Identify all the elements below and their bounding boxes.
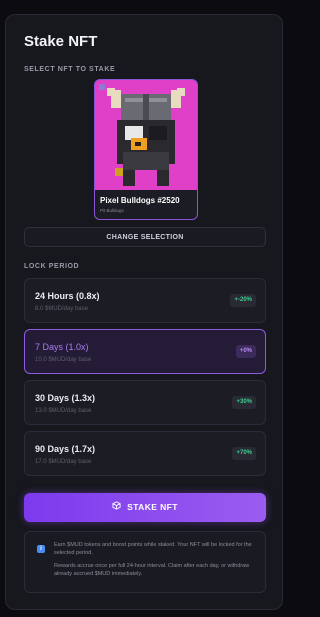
period-rate: 10.0 $MUD/day base (35, 357, 92, 363)
period-bonus-badge: +0% (235, 345, 256, 358)
period-label: 24 Hours (0.8x) (35, 291, 100, 301)
info-icon: i (37, 545, 45, 553)
period-label: 30 Days (1.3x) (35, 393, 96, 403)
lock-period-label: LOCK PERIOD (24, 263, 80, 270)
period-option-7d[interactable]: 7 Days (1.0x) 10.0 $MUD/day base +0% (24, 329, 266, 374)
info-text-2: Rewards accrue once per full 24-hour int… (54, 563, 250, 577)
panel-title: Stake NFT (24, 33, 98, 50)
stake-nft-button[interactable]: STAKE NFT (24, 493, 266, 522)
period-rate: 17.0 $MUD/day base (35, 459, 92, 465)
period-rate: 13.0 $MUD/day base (35, 408, 92, 414)
change-selection-button[interactable]: CHANGE SELECTION (24, 227, 266, 247)
period-option-24h[interactable]: 24 Hours (0.8x) 8.0 $MUD/day base +-20% (24, 278, 266, 323)
nft-image (95, 80, 197, 190)
info-text-1: Earn $MUD tokens and boost points while … (54, 542, 252, 556)
nft-card[interactable]: Pixel Bulldogs #2520 Pit Bulldogs (94, 79, 198, 220)
bulldog-pixel-art (95, 80, 197, 190)
cube-icon (112, 493, 121, 522)
select-nft-label: SELECT NFT TO STAKE (24, 66, 116, 73)
period-label: 7 Days (1.0x) (35, 342, 89, 352)
stake-button-label: STAKE NFT (127, 502, 178, 512)
period-bonus-badge: +70% (232, 447, 256, 460)
period-option-90d[interactable]: 90 Days (1.7x) 17.0 $MUD/day base +70% (24, 431, 266, 476)
period-option-30d[interactable]: 30 Days (1.3x) 13.0 $MUD/day base +30% (24, 380, 266, 425)
info-box: i Earn $MUD tokens and boost points whil… (24, 531, 266, 593)
nft-name: Pixel Bulldogs #2520 (100, 196, 180, 205)
period-bonus-badge: +-20% (230, 294, 256, 307)
stake-panel: Stake NFT SELECT NFT TO STAKE Pixel Bull… (5, 14, 283, 610)
badge-icon (99, 84, 105, 90)
period-rate: 8.0 $MUD/day base (35, 306, 89, 312)
period-bonus-badge: +30% (232, 396, 256, 409)
period-label: 90 Days (1.7x) (35, 444, 96, 454)
nft-collection: Pit Bulldogs (100, 208, 124, 213)
